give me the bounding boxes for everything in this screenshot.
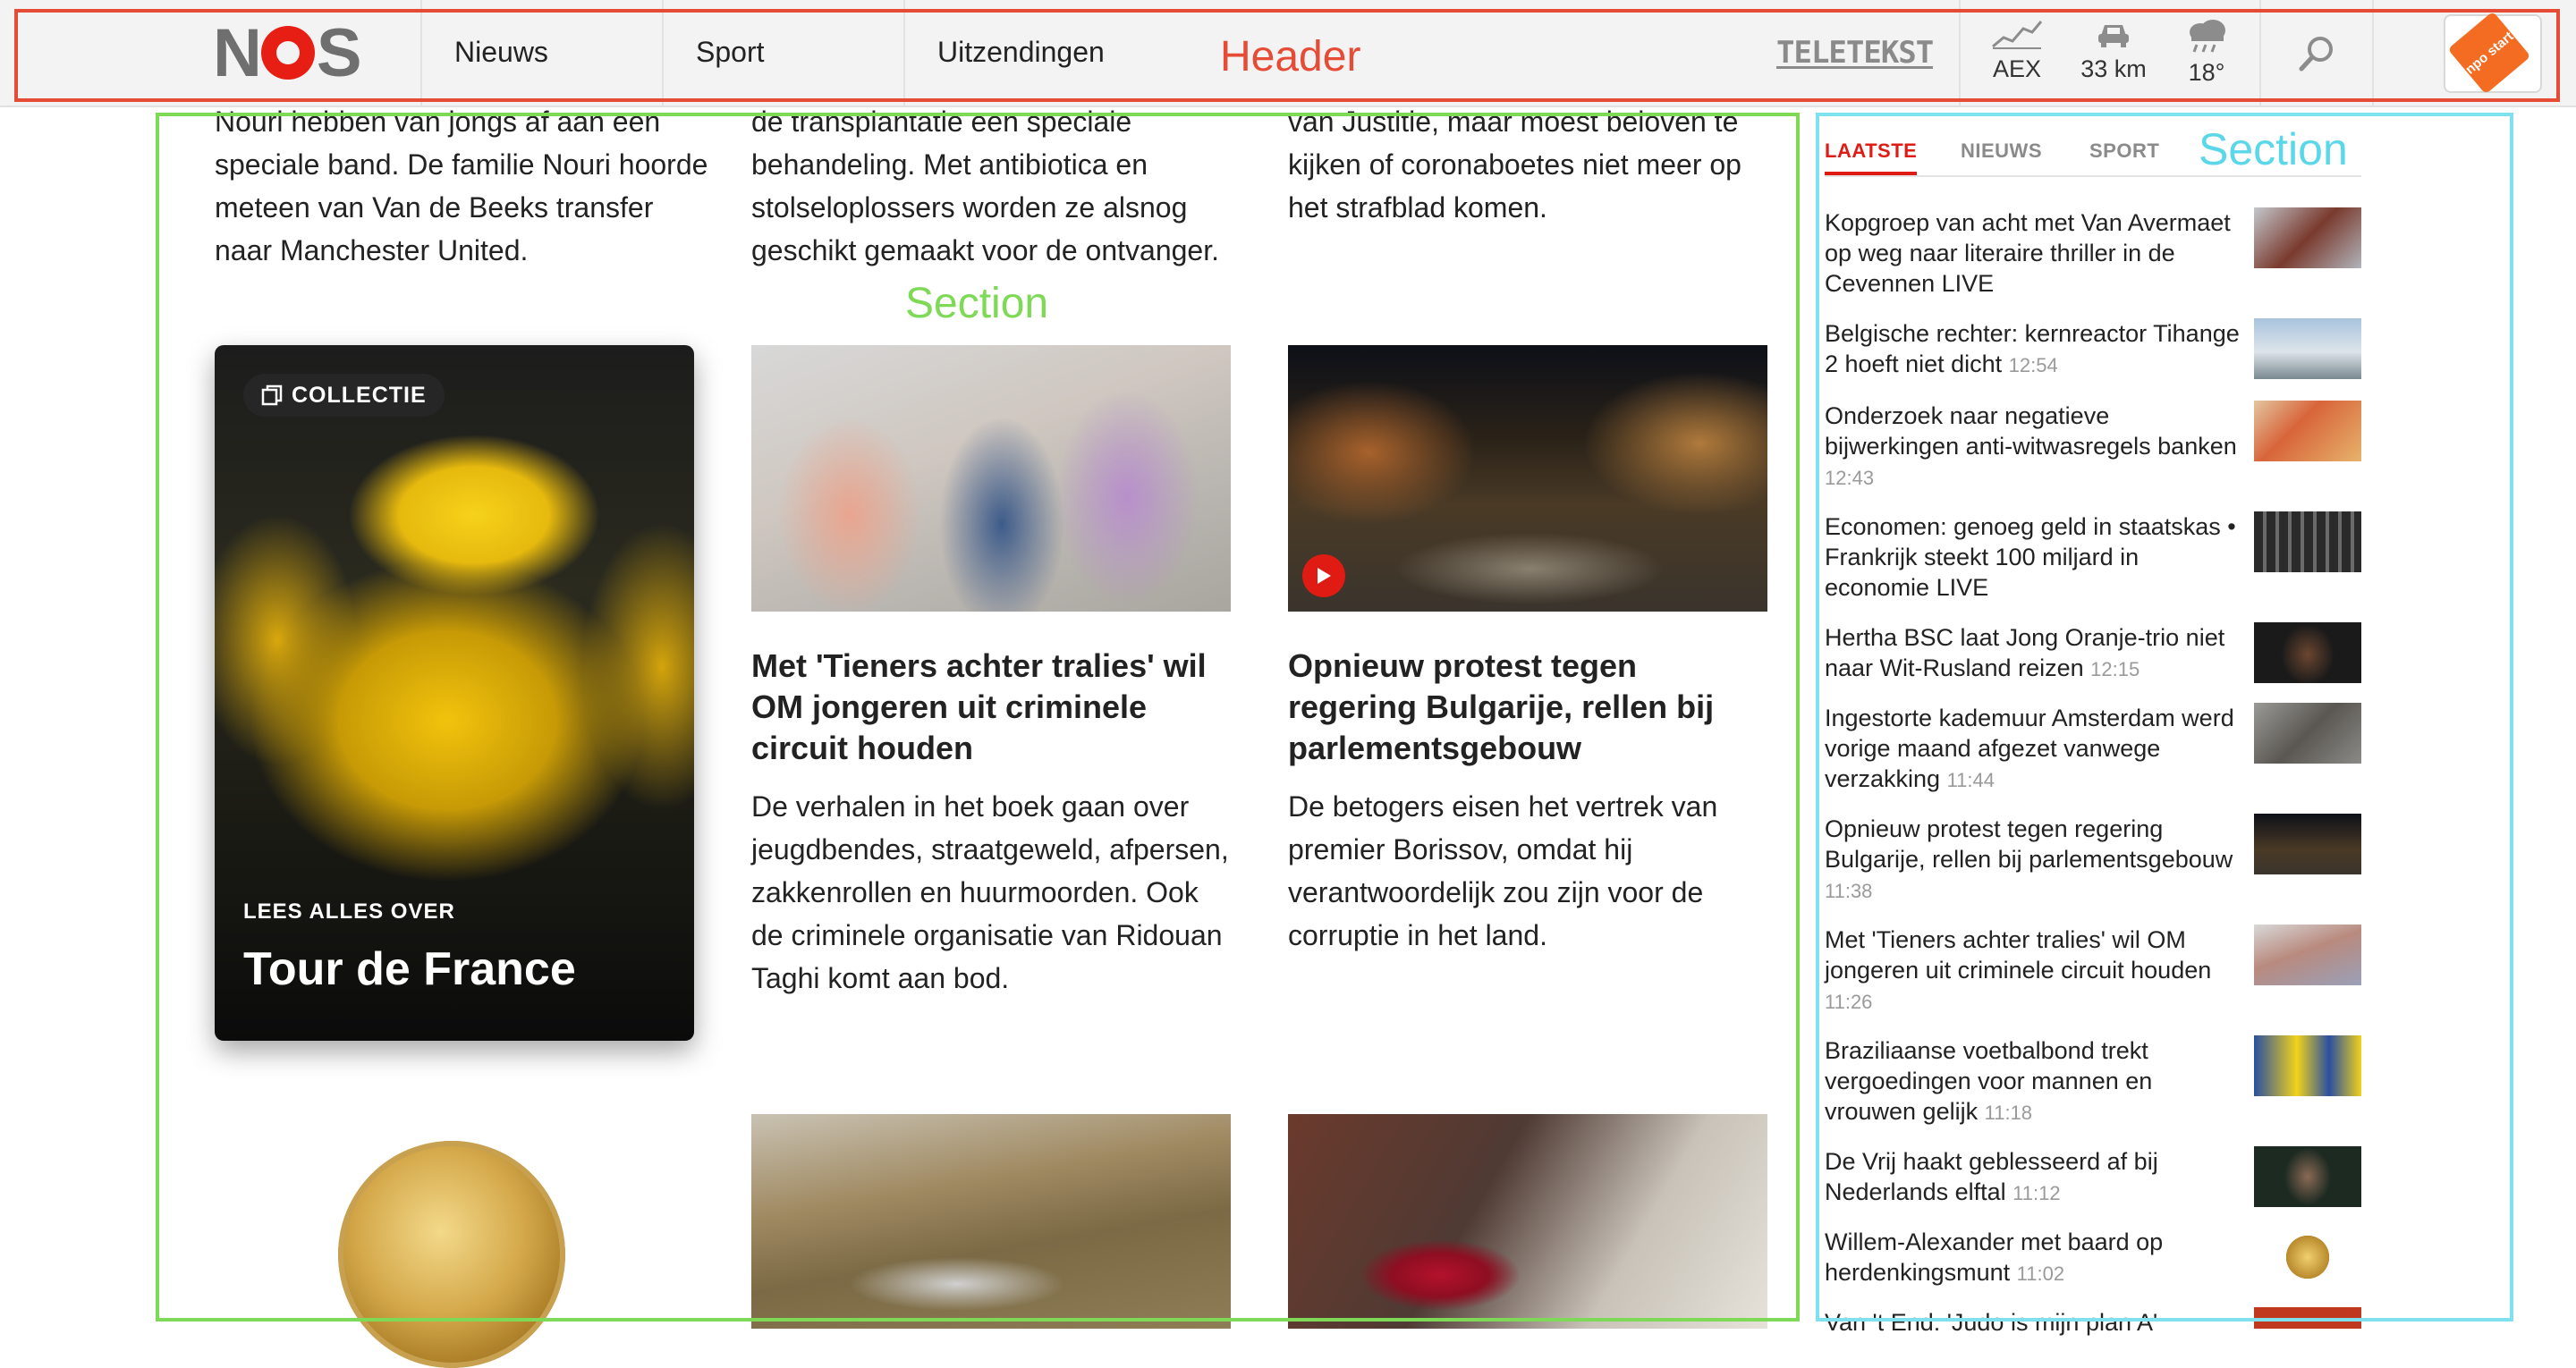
sidebar-section-annotation-label: Section [2199, 124, 2348, 174]
main-section-annotation-label: Section [905, 280, 1049, 327]
sidebar-section-annotation-frame [1816, 113, 2513, 1322]
header-annotation-frame [14, 9, 2560, 102]
